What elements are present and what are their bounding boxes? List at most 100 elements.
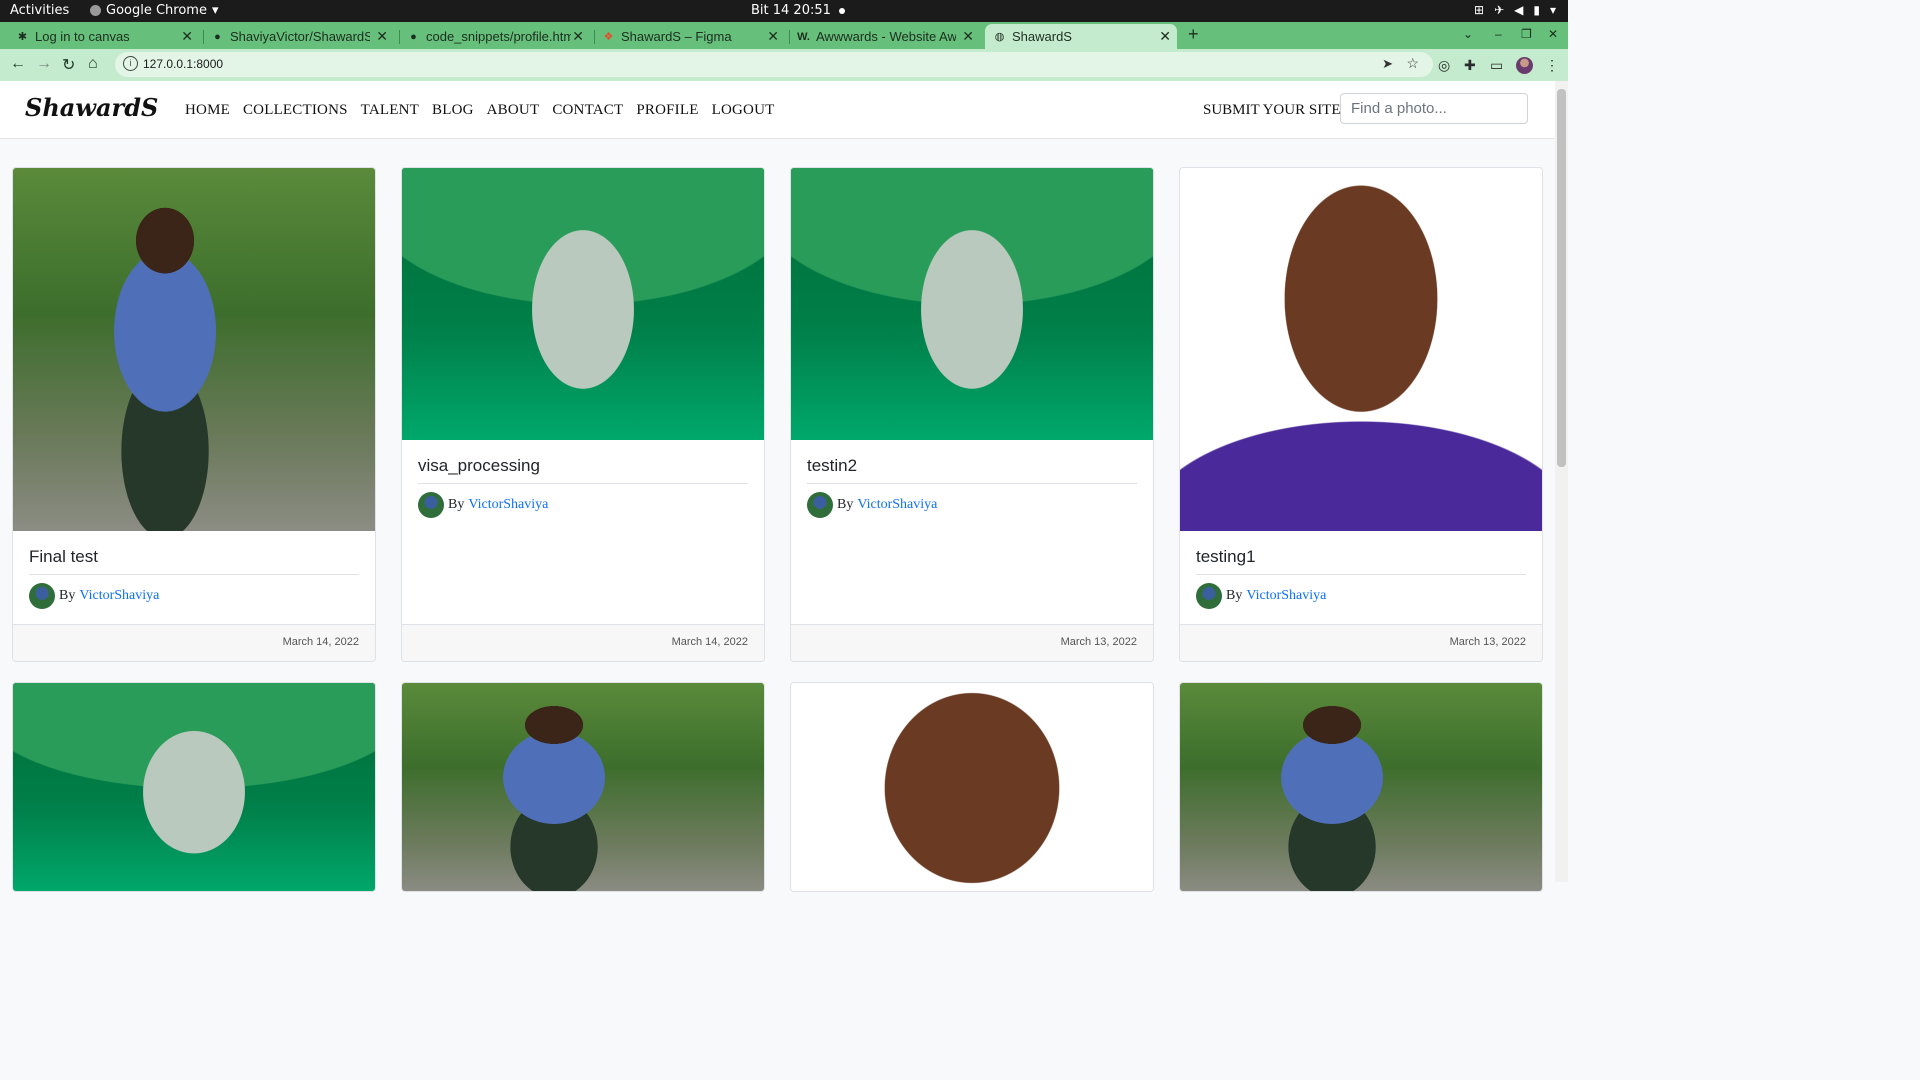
nav-about[interactable]: ABOUT [487,102,540,119]
photo-title: testin2 [807,456,1137,484]
back-icon[interactable]: ← [10,55,26,73]
photo-card[interactable] [1179,682,1543,892]
nav-talent[interactable]: TALENT [361,102,419,119]
author-link[interactable]: VictorShaviya [857,497,937,513]
tab-figma[interactable]: ❖ ShawardS – Figma ✕ [602,24,785,49]
tab-title: code_snippets/profile.htm [426,29,571,44]
submit-site-link[interactable]: SUBMIT YOUR SITE! [1203,102,1346,119]
airplane-icon: ✈ [1494,3,1505,17]
url-text[interactable]: 127.0.0.1:8000 [143,57,223,71]
bookmark-star-icon[interactable]: ☆ [1406,55,1419,72]
photo-image[interactable] [791,683,1153,891]
card-footer: March 13, 2022 [791,624,1153,661]
github-icon: ● [410,30,417,43]
photo-image[interactable] [1180,683,1542,891]
chrome-menu-icon[interactable]: ⋮ [1545,57,1559,74]
minimize-icon[interactable]: – [1495,27,1502,41]
photo-image[interactable] [791,168,1153,440]
nav-contact[interactable]: CONTACT [552,102,623,119]
send-tab-icon[interactable]: ➤ [1382,56,1393,72]
tab-title: ShawardS – Figma [621,29,732,44]
site-info-icon[interactable]: i [123,56,138,71]
close-tab-icon[interactable]: ✕ [376,28,388,45]
nav-home[interactable]: HOME [185,102,230,119]
extension-icon[interactable]: ◎ [1438,57,1450,74]
photo-card[interactable] [790,682,1154,892]
activities-button[interactable]: Activities [10,3,69,18]
photo-byline: By VictorShaviya [29,583,159,609]
close-tab-icon[interactable]: ✕ [1159,28,1171,45]
close-tab-icon[interactable]: ✕ [962,28,974,45]
cast-icon[interactable]: ▭ [1490,57,1503,74]
author-avatar [1196,583,1222,609]
tab-strip: ✱ Log in to canvas ✕ ● ShaviyaVictor/Sha… [0,22,1568,49]
photo-date: March 13, 2022 [1060,636,1137,648]
tab-canvas[interactable]: ✱ Log in to canvas ✕ [16,24,199,49]
photo-card[interactable]: Final test By VictorShaviya March 14, 20… [12,167,376,662]
new-tab-icon[interactable]: + [1188,24,1199,45]
nav-collections[interactable]: COLLECTIONS [243,102,348,119]
card-footer: March 13, 2022 [1180,624,1542,661]
photo-title: testing1 [1196,547,1526,575]
battery-icon: ▮ [1533,3,1540,17]
tab-search-icon[interactable]: ⌄ [1463,27,1473,41]
author-avatar [418,492,444,518]
photo-search-input[interactable] [1340,93,1528,124]
photo-byline: By VictorShaviya [1196,583,1326,609]
app-name: Google Chrome [106,3,207,18]
photo-image[interactable] [13,683,375,891]
author-link[interactable]: VictorShaviya [468,497,548,513]
photo-card[interactable]: visa_processing By VictorShaviya March 1… [401,167,765,662]
photo-card[interactable] [401,682,765,892]
main-nav: HOME COLLECTIONS TALENT BLOG ABOUT CONTA… [185,102,774,119]
photo-card[interactable]: testing1 By VictorShaviya March 13, 2022 [1179,167,1543,662]
by-label: By [448,497,465,512]
forward-icon[interactable]: → [36,55,52,73]
card-footer: March 14, 2022 [402,624,764,661]
github-icon: ● [214,30,221,43]
author-link[interactable]: VictorShaviya [79,588,159,604]
app-menu[interactable]: Google Chrome ▾ [90,3,219,18]
reload-icon[interactable]: ↻ [62,55,75,75]
photo-card[interactable]: testin2 By VictorShaviya March 13, 2022 [790,167,1154,662]
tab-awwwards[interactable]: W. Awwwards - Website Awa ✕ [797,24,980,49]
tab-github-repo[interactable]: ● ShaviyaVictor/ShawardS ✕ [211,24,394,49]
nav-logout[interactable]: LOGOUT [712,102,775,119]
photo-card[interactable] [12,682,376,892]
restore-icon[interactable]: ❐ [1521,27,1532,41]
home-icon[interactable]: ⌂ [88,55,98,73]
puzzle-extensions-icon[interactable]: ✚ [1464,57,1476,74]
close-tab-icon[interactable]: ✕ [767,28,779,45]
awwwards-icon: W. [797,30,810,43]
close-tab-icon[interactable]: ✕ [181,28,193,45]
scrollbar-thumb[interactable] [1557,89,1566,467]
photo-image[interactable] [402,168,764,440]
author-avatar [29,583,55,609]
tab-shawards-active[interactable]: ◍ ShawardS ✕ [985,24,1177,49]
close-tab-icon[interactable]: ✕ [572,28,584,45]
volume-icon: ◀ [1514,3,1524,17]
photo-byline: By VictorShaviya [418,492,548,518]
profile-avatar-icon[interactable] [1516,57,1533,74]
address-bar[interactable]: i 127.0.0.1:8000 ➤ ☆ [115,52,1433,77]
browser-toolbar: ← → ↻ ⌂ i 127.0.0.1:8000 ➤ ☆ [0,49,1568,81]
nav-profile[interactable]: PROFILE [636,102,698,119]
author-link[interactable]: VictorShaviya [1246,588,1326,604]
photo-date: March 14, 2022 [671,636,748,648]
photo-image[interactable] [1180,168,1542,531]
tab-github-snippets[interactable]: ● code_snippets/profile.htm ✕ [407,24,590,49]
photo-image[interactable] [402,683,764,891]
by-label: By [1226,588,1243,603]
close-window-icon[interactable]: ✕ [1548,27,1558,41]
photo-image[interactable] [13,168,375,531]
card-footer: March 14, 2022 [13,624,375,661]
clock[interactable]: Bit 14 20:51 [751,3,845,18]
nav-blog[interactable]: BLOG [432,102,474,119]
tab-title: Awwwards - Website Awa [816,29,956,44]
system-tray[interactable]: ⊞ ✈ ◀ ▮ ▾ [1474,3,1556,17]
photo-byline: By VictorShaviya [807,492,937,518]
page-scrollbar[interactable] [1555,81,1568,882]
tab-divider [789,30,790,44]
site-brand[interactable]: ShawardS [25,93,158,122]
os-top-bar: Activities Google Chrome ▾ Bit 14 20:51 … [0,0,1568,22]
